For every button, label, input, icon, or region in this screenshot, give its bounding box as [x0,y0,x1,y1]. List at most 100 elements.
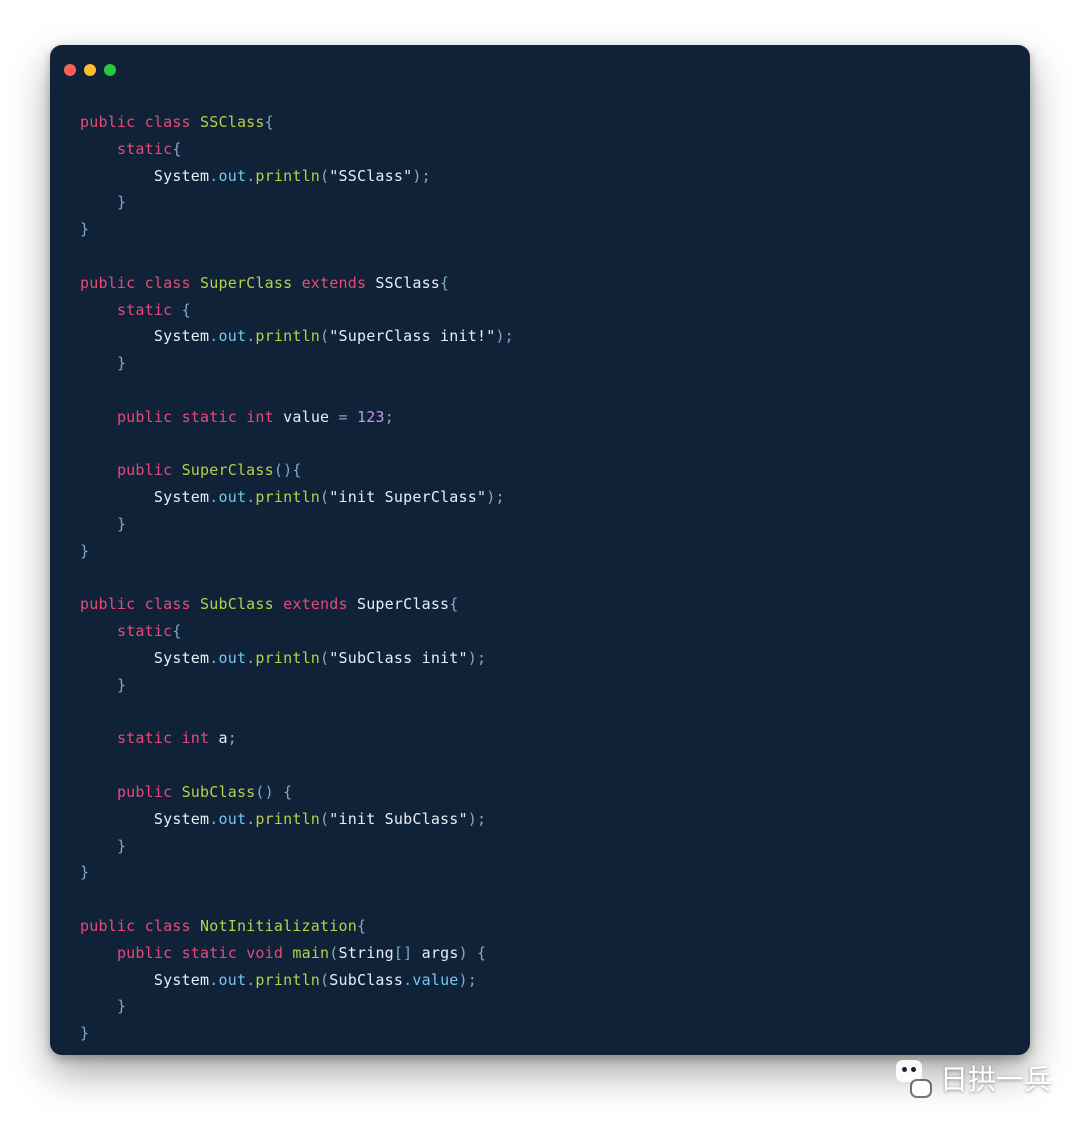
minimize-icon[interactable] [84,64,96,76]
token-kw: public [80,113,135,131]
token-punc: } [117,354,126,372]
token-id: args [422,944,459,962]
token-punc: ) [459,944,468,962]
token-punc: } [80,863,89,881]
close-icon[interactable] [64,64,76,76]
token-punc: ; [468,971,477,989]
token-kw: static [117,301,172,319]
token-punc: } [117,193,126,211]
token-kw: int [182,729,210,747]
token-punc: { [265,113,274,131]
token-id: System [154,327,209,345]
watermark-text: 日拱一兵 [940,1058,1052,1098]
token-punc: { [477,944,486,962]
token-id: String [339,944,394,962]
token-kw: public [117,461,172,479]
token-cls: SubClass [182,783,256,801]
token-punc: ; [495,488,504,506]
token-punc: ) [495,327,504,345]
zoom-icon[interactable] [104,64,116,76]
token-call: println [255,971,320,989]
token-punc: ( [320,327,329,345]
token-punc: ; [477,810,486,828]
token-punc: { [172,140,181,158]
token-id: System [154,810,209,828]
token-id: System [154,649,209,667]
token-punc: ; [422,167,431,185]
token-id: System [154,488,209,506]
token-kw: public [80,917,135,935]
token-punc: ( [320,167,329,185]
token-id: System [154,971,209,989]
token-id: value [283,408,329,426]
token-mem: out [218,327,246,345]
token-punc: ( [320,810,329,828]
wechat-chat-icon [890,1060,930,1096]
token-cls: SSClass [200,113,265,131]
token-call: println [255,327,320,345]
token-punc: } [117,997,126,1015]
token-punc: { [283,783,292,801]
token-punc: ) [412,167,421,185]
token-call: println [255,488,320,506]
token-id: SubClass [329,971,403,989]
code-window: public class SSClass{ static{ System.out… [50,45,1030,1055]
token-id: SSClass [375,274,440,292]
token-kw: void [246,944,283,962]
token-cls: SuperClass [200,274,292,292]
token-mem: out [218,971,246,989]
token-str: "init SubClass" [329,810,467,828]
token-mem: out [218,810,246,828]
token-punc: } [80,542,89,560]
token-punc: ; [228,729,237,747]
token-kw: static [182,408,237,426]
token-kw: public [117,783,172,801]
token-kw: public [80,274,135,292]
token-mem: out [218,488,246,506]
token-punc: [] [394,944,412,962]
token-mem: out [218,649,246,667]
token-kw: static [117,622,172,640]
token-punc: ( [329,944,338,962]
token-id: a [219,729,228,747]
token-punc: } [117,515,126,533]
token-id: SuperClass [357,595,449,613]
token-punc: ) [468,810,477,828]
token-kw: static [182,944,237,962]
token-punc: { [292,461,301,479]
window-titlebar [50,45,1030,85]
token-id: System [154,167,209,185]
token-call: println [255,649,320,667]
token-str: "SubClass init" [329,649,467,667]
code-block: public class SSClass{ static{ System.out… [50,85,1030,1067]
token-punc: { [357,917,366,935]
token-cls: SubClass [200,595,274,613]
token-cls: NotInitialization [200,917,357,935]
token-str: "SSClass" [329,167,412,185]
token-kw: static [117,140,172,158]
token-kw: public [117,944,172,962]
token-punc: { [182,301,191,319]
token-kw: public [80,595,135,613]
token-cls: SuperClass [182,461,274,479]
token-punc: ; [477,649,486,667]
token-kw: class [145,274,191,292]
watermark: 日拱一兵 [890,1058,1052,1098]
token-punc: ( [320,649,329,667]
token-str: "SuperClass init!" [329,327,495,345]
token-mem: value [412,971,458,989]
token-punc: { [440,274,449,292]
token-punc: ) [459,971,468,989]
token-punc: ( [320,488,329,506]
token-punc: ; [505,327,514,345]
token-punc: () [274,461,292,479]
token-kw: class [145,595,191,613]
token-punc: } [117,676,126,694]
token-punc: ) [468,649,477,667]
token-kw: static [117,729,172,747]
token-kw: class [145,113,191,131]
token-kw: class [145,917,191,935]
token-punc: () [255,783,273,801]
token-str: "init SuperClass" [329,488,486,506]
token-punc: ; [385,408,394,426]
